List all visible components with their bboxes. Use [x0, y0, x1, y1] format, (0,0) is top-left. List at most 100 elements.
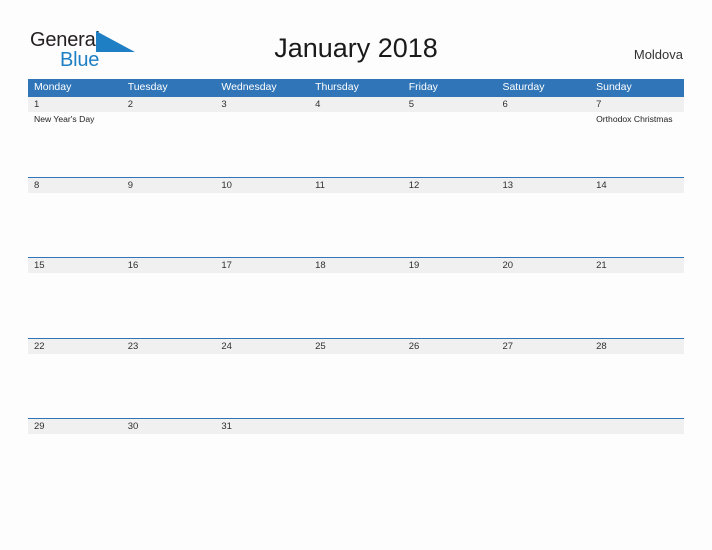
- day-cell[interactable]: [215, 434, 309, 498]
- day-cell[interactable]: [215, 112, 309, 176]
- country-label: Moldova: [633, 47, 683, 62]
- day-number[interactable]: 19: [403, 258, 497, 273]
- weekday-header-saturday: Saturday: [502, 81, 545, 93]
- day-cell[interactable]: [496, 112, 590, 176]
- page-title: January 2018: [274, 33, 438, 63]
- day-number[interactable]: 26: [403, 339, 497, 354]
- day-cell[interactable]: [496, 273, 590, 337]
- day-number[interactable]: 23: [122, 339, 216, 354]
- week-row: 29 30 31: [28, 418, 684, 499]
- day-cell[interactable]: [590, 193, 684, 257]
- day-cell[interactable]: [28, 273, 122, 337]
- day-number[interactable]: 25: [309, 339, 403, 354]
- calendar-page: General Blue January 2018 Moldova Monday…: [0, 0, 712, 550]
- day-number-empty: [403, 419, 497, 434]
- week-date-band: 8 9 10 11 12 13 14: [28, 177, 684, 193]
- day-number-empty: [496, 419, 590, 434]
- day-number[interactable]: 16: [122, 258, 216, 273]
- day-cell[interactable]: [122, 273, 216, 337]
- week-date-band: 29 30 31: [28, 419, 684, 435]
- day-cell[interactable]: [309, 193, 403, 257]
- day-number-empty: [590, 419, 684, 434]
- day-number[interactable]: 13: [496, 178, 590, 193]
- calendar-grid: Monday Tuesday Wednesday Thursday Friday…: [28, 79, 684, 499]
- day-number[interactable]: 6: [496, 97, 590, 112]
- day-number[interactable]: 27: [496, 339, 590, 354]
- weekday-header-row: Monday Tuesday Wednesday Thursday Friday…: [28, 79, 684, 96]
- day-number[interactable]: 29: [28, 419, 122, 434]
- day-number[interactable]: 22: [28, 339, 122, 354]
- week-date-band: 1 2 3 4 5 6 7: [28, 97, 684, 112]
- day-cell[interactable]: [403, 354, 497, 418]
- page-header: General Blue January 2018 Moldova: [0, 0, 712, 78]
- day-cell[interactable]: [403, 273, 497, 337]
- day-cell[interactable]: Orthodox Christmas: [590, 112, 684, 176]
- week-event-band: [28, 354, 684, 418]
- day-number[interactable]: 15: [28, 258, 122, 273]
- day-cell[interactable]: New Year's Day: [28, 112, 122, 176]
- day-cell[interactable]: [122, 112, 216, 176]
- day-number[interactable]: 4: [309, 97, 403, 112]
- day-number[interactable]: 30: [122, 419, 216, 434]
- day-number[interactable]: 14: [590, 178, 684, 193]
- day-cell[interactable]: [309, 354, 403, 418]
- day-cell-empty: [590, 434, 684, 498]
- week-row: 1 2 3 4 5 6 7 New Year's Day Orthodox Ch…: [28, 96, 684, 177]
- weekday-header-wednesday: Wednesday: [221, 81, 277, 93]
- day-cell[interactable]: [215, 354, 309, 418]
- day-number[interactable]: 10: [215, 178, 309, 193]
- week-event-band: [28, 193, 684, 257]
- weekday-header-tuesday: Tuesday: [127, 81, 168, 93]
- day-cell[interactable]: [309, 273, 403, 337]
- weekday-header-sunday: Sunday: [596, 81, 632, 93]
- day-cell[interactable]: [496, 354, 590, 418]
- day-number[interactable]: 28: [590, 339, 684, 354]
- week-row: 22 23 24 25 26 27 28: [28, 337, 684, 419]
- day-number[interactable]: 31: [215, 419, 309, 434]
- day-number[interactable]: 24: [215, 339, 309, 354]
- day-number[interactable]: 17: [215, 258, 309, 273]
- day-cell[interactable]: [122, 434, 216, 498]
- week-date-band: 15 16 17 18 19 20 21: [28, 258, 684, 274]
- day-number[interactable]: 3: [215, 97, 309, 112]
- day-number[interactable]: 1: [28, 97, 122, 112]
- day-number[interactable]: 9: [122, 178, 216, 193]
- day-cell[interactable]: [122, 193, 216, 257]
- day-cell[interactable]: [215, 273, 309, 337]
- day-number[interactable]: 12: [403, 178, 497, 193]
- week-row: 15 16 17 18 19 20 21: [28, 257, 684, 338]
- day-number[interactable]: 20: [496, 258, 590, 273]
- weekday-header-friday: Friday: [408, 81, 438, 93]
- week-event-band: New Year's Day Orthodox Christmas: [28, 112, 684, 176]
- day-number[interactable]: 2: [122, 97, 216, 112]
- day-cell-empty: [496, 434, 590, 498]
- week-event-band: [28, 273, 684, 337]
- day-number[interactable]: 21: [590, 258, 684, 273]
- day-cell[interactable]: [496, 193, 590, 257]
- week-date-band: 22 23 24 25 26 27 28: [28, 338, 684, 354]
- day-number[interactable]: 18: [309, 258, 403, 273]
- day-number-empty: [309, 419, 403, 434]
- day-cell[interactable]: [403, 193, 497, 257]
- day-number[interactable]: 11: [309, 178, 403, 193]
- day-cell[interactable]: [309, 112, 403, 176]
- day-cell[interactable]: [122, 354, 216, 418]
- day-cell[interactable]: [28, 193, 122, 257]
- event-label: Orthodox Christmas: [596, 114, 673, 124]
- day-cell[interactable]: [215, 193, 309, 257]
- day-cell[interactable]: [590, 354, 684, 418]
- day-cell[interactable]: [403, 112, 497, 176]
- day-cell[interactable]: [28, 354, 122, 418]
- weekday-header-monday: Monday: [34, 81, 72, 93]
- day-number[interactable]: 5: [403, 97, 497, 112]
- day-number[interactable]: 8: [28, 178, 122, 193]
- week-event-band: [28, 434, 684, 498]
- event-label: New Year's Day: [34, 114, 95, 124]
- day-cell[interactable]: [590, 273, 684, 337]
- day-cell-empty: [403, 434, 497, 498]
- day-number[interactable]: 7: [590, 97, 684, 112]
- day-cell[interactable]: [28, 434, 122, 498]
- day-cell-empty: [309, 434, 403, 498]
- week-row: 8 9 10 11 12 13 14: [28, 176, 684, 258]
- weekday-header-thursday: Thursday: [315, 81, 359, 93]
